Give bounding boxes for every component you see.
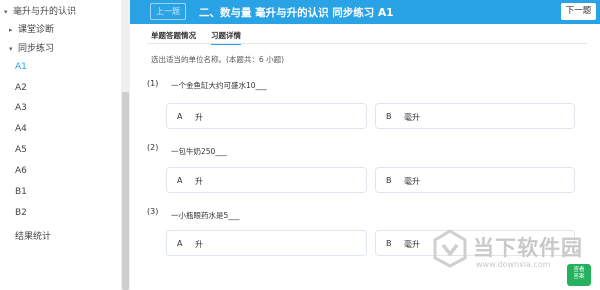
chevron-down-icon: ▾ bbox=[4, 8, 8, 16]
sidebar-item-label: 课堂诊断 bbox=[18, 25, 55, 35]
option-letter: A bbox=[177, 112, 183, 121]
option-letter: A bbox=[177, 176, 183, 185]
sidebar-item-a6[interactable]: A6 bbox=[15, 166, 27, 176]
tab-question-status[interactable]: 单题答题情况 bbox=[151, 30, 196, 41]
option-letter: A bbox=[177, 239, 183, 248]
question-number: (1) bbox=[147, 79, 159, 88]
sidebar-item-b1[interactable]: B1 bbox=[15, 187, 27, 197]
sidebar-item-lesson[interactable]: ▾ 毫升与升的认识 bbox=[4, 4, 76, 17]
sidebar-item-label: 同步练习 bbox=[18, 44, 55, 54]
chevron-down-icon: ▾ bbox=[9, 45, 13, 53]
question-text: 一小瓶眼药水是5___ bbox=[171, 211, 240, 220]
watermark-url: www.downxia.com bbox=[476, 260, 551, 269]
option-a[interactable]: A 升 bbox=[166, 230, 367, 256]
sidebar-item-a2[interactable]: A2 bbox=[15, 83, 27, 93]
chevron-right-icon: ▸ bbox=[9, 26, 13, 34]
option-a[interactable]: A 升 bbox=[166, 103, 367, 129]
option-letter: B bbox=[386, 176, 392, 185]
option-text: 毫升 bbox=[404, 113, 420, 122]
question-text: 一个金鱼缸大约可盛水10___ bbox=[171, 81, 267, 90]
option-b[interactable]: B 毫升 bbox=[375, 103, 575, 129]
sidebar-item-sync-practice[interactable]: ▾ 同步练习 bbox=[9, 41, 54, 54]
option-letter: B bbox=[386, 239, 392, 248]
option-text: 升 bbox=[195, 177, 203, 186]
sidebar-item-b2[interactable]: B2 bbox=[15, 208, 27, 218]
option-text: 升 bbox=[195, 240, 203, 249]
sidebar-scrollbar-thumb[interactable] bbox=[122, 92, 129, 290]
option-a[interactable]: A 升 bbox=[166, 167, 367, 193]
check-answer-line1: 查看 bbox=[573, 267, 585, 273]
instruction-text: 选出适当的单位名称。(本题共：6 小题) bbox=[151, 55, 285, 64]
sidebar-item-a3[interactable]: A3 bbox=[15, 103, 27, 113]
sidebar-item-results[interactable]: 结果统计 bbox=[15, 229, 51, 242]
option-text: 升 bbox=[195, 113, 203, 122]
tab-divider bbox=[147, 43, 587, 44]
sidebar-item-label: 毫升与升的认识 bbox=[13, 7, 77, 17]
sidebar-item-a1[interactable]: A1 bbox=[15, 62, 27, 72]
option-text: 毫升 bbox=[404, 177, 420, 186]
question-number: (2) bbox=[147, 143, 159, 152]
check-answer-line2: 答案 bbox=[573, 274, 585, 280]
watermark: 当下软件园 www.downxia.com bbox=[430, 228, 583, 278]
sidebar-item-a5[interactable]: A5 bbox=[15, 145, 27, 155]
downxia-logo-icon bbox=[433, 229, 467, 268]
option-b[interactable]: B 毫升 bbox=[375, 167, 575, 193]
option-letter: B bbox=[386, 112, 392, 121]
sidebar-item-a4[interactable]: A4 bbox=[15, 124, 27, 134]
check-answer-button[interactable]: 查看 答案 bbox=[567, 264, 591, 286]
prev-question-button[interactable]: 上一题 bbox=[150, 3, 186, 20]
sidebar-nav: ▾ 毫升与升的认识 ▸ 课堂诊断 ▾ 同步练习 A1 A2 A3 A4 A5 A6 B… bbox=[0, 0, 130, 290]
sidebar-item-diagnosis[interactable]: ▸ 课堂诊断 bbox=[9, 22, 54, 35]
question-text: 一包牛奶250___ bbox=[171, 147, 227, 156]
question-number: (3) bbox=[147, 207, 159, 216]
next-question-button[interactable]: 下一题 bbox=[561, 3, 596, 20]
watermark-name: 当下软件园 bbox=[473, 236, 583, 260]
option-text: 毫升 bbox=[404, 240, 420, 249]
page-title: 二、数与量 毫升与升的认识 同步练习 A1 bbox=[199, 7, 394, 19]
